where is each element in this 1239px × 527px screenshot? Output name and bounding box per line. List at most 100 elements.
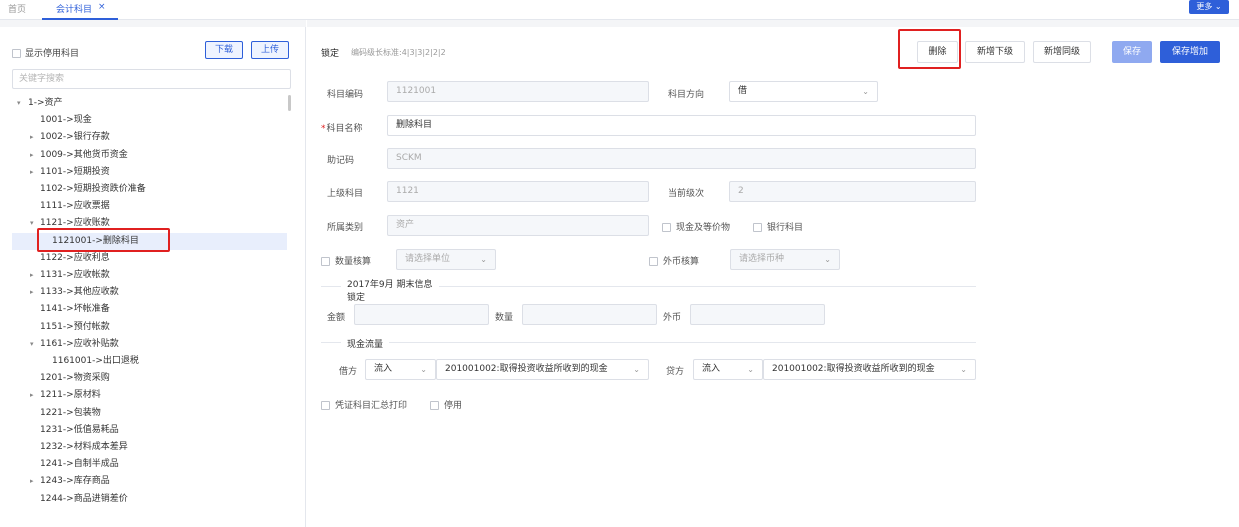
collapse-arrow-icon[interactable]: ▸ xyxy=(30,477,34,485)
period-title: 2017年9月 期末信息 xyxy=(341,277,439,290)
collapse-arrow-icon[interactable]: ▸ xyxy=(30,168,34,176)
tree-item[interactable]: 1221->包装物 xyxy=(40,405,101,422)
tree-item[interactable]: 1133->其他应收款 xyxy=(40,284,119,301)
account-form-panel xyxy=(307,27,1239,527)
tree-item[interactable]: 1231->低值易耗品 xyxy=(40,422,119,439)
collapse-arrow-icon[interactable]: ▸ xyxy=(30,133,34,141)
unit-placeholder: 请选择单位 xyxy=(405,254,451,264)
code-field[interactable]: 1121001 xyxy=(387,81,649,102)
add-child-button[interactable]: 新增下级 xyxy=(965,41,1025,63)
tree-item[interactable]: 1211->原材料 xyxy=(40,387,101,404)
more-button[interactable]: 更多 ⌄ xyxy=(1189,0,1229,14)
cash-equivalent-checkbox[interactable]: 现金及等价物 xyxy=(662,220,730,233)
checkbox-icon[interactable] xyxy=(430,401,439,410)
debit-item-value: 201001002:取得投资收益所收到的现金 xyxy=(445,364,608,374)
tree-item[interactable]: 1241->自制半成品 xyxy=(40,456,119,473)
tree-item[interactable]: 1121->应收账款 xyxy=(40,215,110,232)
credit-flow-value: 流入 xyxy=(702,364,721,374)
tree-item[interactable]: 1001->现金 xyxy=(40,112,92,129)
direction-label: 科目方向 xyxy=(668,90,705,100)
checkbox-icon[interactable] xyxy=(662,223,671,232)
tree-item[interactable]: 1161->应收补贴款 xyxy=(40,336,119,353)
checkbox-icon[interactable] xyxy=(649,257,658,266)
chevron-down-icon: ⌄ xyxy=(420,365,427,374)
search-input[interactable]: 关键字搜索 xyxy=(12,69,291,89)
code-length-hint: 编码级长标准:4|3|3|2|2|2 xyxy=(351,48,446,57)
tree-item[interactable]: 1121001->删除科目 xyxy=(52,233,139,250)
tree-item[interactable]: 1002->银行存款 xyxy=(40,129,110,146)
show-disabled-checkbox[interactable]: 显示停用科目 xyxy=(12,46,79,59)
cashflow-title: 现金流量 xyxy=(341,337,390,350)
name-label: *科目名称 xyxy=(321,121,363,134)
parent-label: 上级科目 xyxy=(327,189,364,199)
show-disabled-label: 显示停用科目 xyxy=(25,49,80,59)
tree-item[interactable]: 1151->预付帐款 xyxy=(40,319,110,336)
highlight-box-delete xyxy=(898,29,961,69)
mnemonic-field[interactable]: SCKM xyxy=(387,148,976,169)
tree-item[interactable]: 1102->短期投资跌价准备 xyxy=(40,181,146,198)
bank-account-label: 银行科目 xyxy=(767,223,804,233)
tree-item[interactable]: 1101->短期投资 xyxy=(40,164,110,181)
tree-item[interactable]: 1243->库存商品 xyxy=(40,473,110,490)
checkbox-icon[interactable] xyxy=(753,223,762,232)
chevron-down-icon: ⌄ xyxy=(862,87,869,96)
checkbox-icon[interactable] xyxy=(12,49,21,58)
voucher-print-label: 凭证科目汇总打印 xyxy=(335,401,408,411)
tree-item[interactable]: 1161001->出口退税 xyxy=(52,353,139,370)
expand-arrow-icon[interactable]: ▾ xyxy=(17,99,21,107)
debit-item-select[interactable]: 201001002:取得投资收益所收到的现金 ⌄ xyxy=(436,359,649,380)
checkbox-icon[interactable] xyxy=(321,401,330,410)
credit-flow-select[interactable]: 流入 ⌄ xyxy=(693,359,763,380)
amount-field[interactable] xyxy=(354,304,489,325)
credit-item-select[interactable]: 201001002:取得投资收益所收到的现金 ⌄ xyxy=(763,359,976,380)
voucher-print-checkbox[interactable]: 凭证科目汇总打印 xyxy=(321,398,407,411)
direction-select[interactable]: 借 ⌄ xyxy=(729,81,878,102)
unit-select[interactable]: 请选择单位 ⌄ xyxy=(396,249,496,270)
tree-item[interactable]: 1141->坏帐准备 xyxy=(40,301,110,318)
close-icon[interactable]: × xyxy=(98,2,106,12)
save-and-add-button[interactable]: 保存增加 xyxy=(1160,41,1220,63)
cash-equivalent-label: 现金及等价物 xyxy=(676,223,731,233)
upload-button[interactable]: 上传 xyxy=(251,41,289,59)
tree-item[interactable]: 1->资产 xyxy=(28,95,63,112)
quantity-field[interactable] xyxy=(522,304,657,325)
tree-item[interactable]: 1131->应收帐款 xyxy=(40,267,110,284)
tree-scrollbar[interactable] xyxy=(288,95,291,111)
download-button[interactable]: 下载 xyxy=(205,41,243,59)
name-field[interactable]: 删除科目 xyxy=(387,115,976,136)
expand-arrow-icon[interactable]: ▾ xyxy=(30,219,34,227)
category-field[interactable]: 资产 xyxy=(387,215,649,236)
tree-item[interactable]: 1244->商品进销差价 xyxy=(40,491,128,508)
parent-field[interactable]: 1121 xyxy=(387,181,649,202)
collapse-arrow-icon[interactable]: ▸ xyxy=(30,288,34,296)
level-label: 当前级次 xyxy=(668,189,705,199)
debit-flow-select[interactable]: 流入 ⌄ xyxy=(365,359,436,380)
tree-item[interactable]: 1232->材料成本差异 xyxy=(40,439,128,456)
period-lock-label: 锁定 xyxy=(347,293,366,303)
disable-checkbox[interactable]: 停用 xyxy=(430,398,462,411)
checkbox-icon[interactable] xyxy=(321,257,330,266)
collapse-arrow-icon[interactable]: ▸ xyxy=(30,271,34,279)
quantity-check-checkbox[interactable]: 数量核算 xyxy=(321,254,371,267)
bank-account-checkbox[interactable]: 银行科目 xyxy=(753,220,803,233)
collapse-arrow-icon[interactable]: ▸ xyxy=(30,391,34,399)
tree-item[interactable]: 1201->物资采购 xyxy=(40,370,110,387)
currency-select[interactable]: 请选择币种 ⌄ xyxy=(730,249,840,270)
tab-home[interactable]: 首页 xyxy=(8,2,26,18)
tree-item[interactable]: 1009->其他货币资金 xyxy=(40,147,128,164)
debit-label: 借方 xyxy=(339,367,358,377)
tree-item[interactable]: 1122->应收利息 xyxy=(40,250,110,267)
add-sibling-button[interactable]: 新增同级 xyxy=(1033,41,1091,63)
fx-field[interactable] xyxy=(690,304,825,325)
name-label-text: 科目名称 xyxy=(326,124,363,134)
collapse-arrow-icon[interactable]: ▸ xyxy=(30,151,34,159)
fx-label: 外币 xyxy=(663,313,682,323)
fx-check-checkbox[interactable]: 外币核算 xyxy=(649,254,699,267)
quantity-label: 数量 xyxy=(495,313,514,323)
tab-accounting-subjects[interactable]: 会计科目 xyxy=(56,2,92,18)
level-field[interactable]: 2 xyxy=(729,181,976,202)
credit-item-value: 201001002:取得投资收益所收到的现金 xyxy=(772,364,935,374)
tree-item[interactable]: 1111->应收票据 xyxy=(40,198,110,215)
expand-arrow-icon[interactable]: ▾ xyxy=(30,340,34,348)
save-button[interactable]: 保存 xyxy=(1112,41,1152,63)
